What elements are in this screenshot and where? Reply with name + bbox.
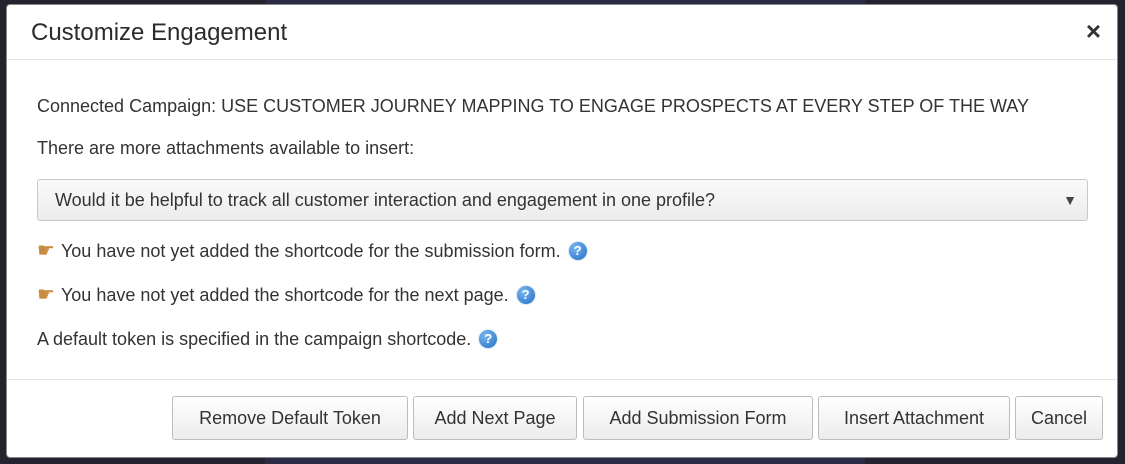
next-page-notice-text: You have not yet added the shortcode for… [60,285,509,305]
submission-form-notice-text: You have not yet added the shortcode for… [60,241,561,261]
help-icon[interactable]: ? [568,242,587,260]
dialog-body: Connected Campaign: USE CUSTOMER JOURNEY… [7,60,1117,382]
dialog-footer: Remove Default Token Add Next Page Add S… [7,379,1117,457]
attachment-select-value: Would it be helpful to track all custome… [55,190,716,210]
add-next-page-button[interactable]: Add Next Page [413,396,577,440]
dialog-title: Customize Engagement [31,19,288,46]
remove-default-token-button[interactable]: Remove Default Token [172,396,408,440]
close-icon[interactable]: × [1086,17,1101,45]
default-token-notice: A default token is specified in the camp… [37,328,498,350]
add-submission-form-button[interactable]: Add Submission Form [583,396,813,440]
connected-campaign-text: Connected Campaign: USE CUSTOMER JOURNEY… [37,96,1029,116]
dialog-header: Customize Engagement × [7,5,1117,60]
help-icon[interactable]: ? [479,330,498,348]
default-token-notice-text: A default token is specified in the camp… [37,329,472,349]
submission-form-notice: ☛ You have not yet added the shortcode f… [37,240,587,262]
pointing-hand-icon: ☛ [37,240,55,262]
caret-down-icon: ▼ [1063,192,1077,208]
pointing-hand-icon: ☛ [37,284,55,306]
cancel-button[interactable]: Cancel [1015,396,1103,440]
attachment-select[interactable]: Would it be helpful to track all custome… [37,179,1088,221]
backdrop-strip-bottom [265,458,865,464]
customize-engagement-dialog: Customize Engagement × Connected Campaig… [6,4,1118,458]
help-icon[interactable]: ? [516,286,535,304]
next-page-notice: ☛ You have not yet added the shortcode f… [37,284,535,306]
attachments-available-label: There are more attachments available to … [37,138,415,158]
insert-attachment-button[interactable]: Insert Attachment [818,396,1010,440]
